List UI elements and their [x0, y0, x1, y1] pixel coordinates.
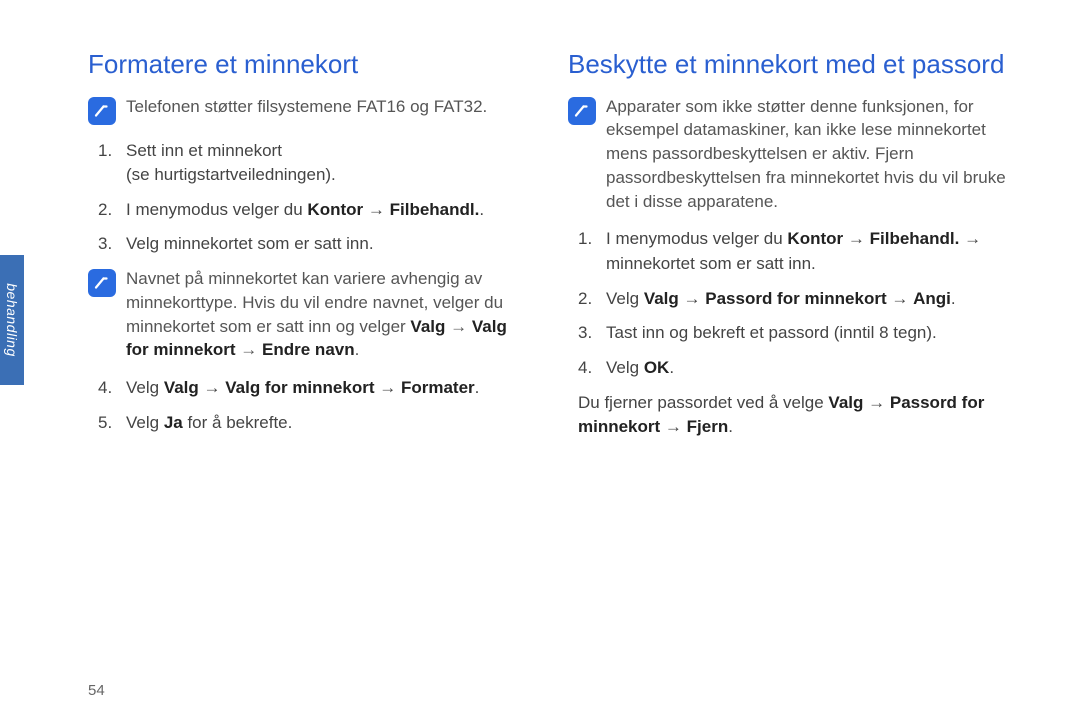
left-title: Formatere et minnekort: [88, 48, 528, 81]
list-item: I menymodus velger du Kontor → Filbehand…: [98, 198, 528, 223]
page-number: 54: [88, 682, 105, 699]
note-rename: Navnet på minnekortet kan variere avheng…: [88, 267, 528, 362]
page: behandling Formatere et minnekort Telefo…: [0, 0, 1080, 721]
left-steps-a: Sett inn et minnekort (se hurtigstartvei…: [98, 139, 528, 258]
right-title: Beskytte et minnekort med et passord: [568, 48, 1008, 81]
right-column: Beskytte et minnekort med et passord App…: [568, 48, 1008, 681]
note-icon: [88, 97, 116, 125]
right-steps: I menymodus velger du Kontor → Filbehand…: [578, 227, 1008, 380]
note-body: Telefonen støtter filsystemene FAT16 og …: [126, 95, 487, 125]
list-item: I menymodus velger du Kontor → Filbehand…: [578, 227, 1008, 276]
list-item: Tast inn og bekreft et passord (inntil 8…: [578, 321, 1008, 346]
list-item: Velg OK.: [578, 356, 1008, 381]
left-column: Formatere et minnekort Telefonen støtter…: [88, 48, 528, 681]
list-item: Sett inn et minnekort (se hurtigstartvei…: [98, 139, 528, 188]
list-item: Velg Ja for å bekrefte.: [98, 411, 528, 436]
note-body: Navnet på minnekortet kan variere avheng…: [126, 267, 528, 362]
note-fat: Telefonen støtter filsystemene FAT16 og …: [88, 95, 528, 125]
columns: Formatere et minnekort Telefonen støtter…: [88, 48, 1020, 681]
remove-password-text: Du fjerner passordet ved å velge Valg → …: [578, 391, 1008, 440]
list-item: Velg minnekortet som er satt inn.: [98, 232, 528, 257]
left-steps-b: Velg Valg → Valg for minnekort → Formate…: [98, 376, 528, 435]
note-protect: Apparater som ikke støtter denne funksjo…: [568, 95, 1008, 214]
list-item: Velg Valg → Passord for minnekort → Angi…: [578, 287, 1008, 312]
note-icon: [568, 97, 596, 125]
note-icon: [88, 269, 116, 297]
note-body: Apparater som ikke støtter denne funksjo…: [606, 95, 1008, 214]
side-tab-label: behandling: [4, 283, 20, 357]
list-item: Velg Valg → Valg for minnekort → Formate…: [98, 376, 528, 401]
side-tab: behandling: [0, 255, 24, 385]
